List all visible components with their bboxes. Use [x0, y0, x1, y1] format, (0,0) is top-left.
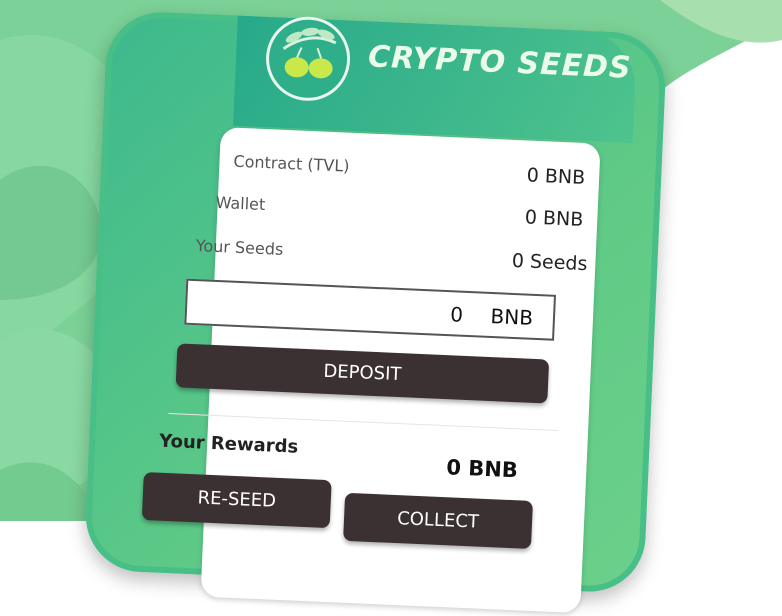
stat-label: Wallet	[215, 192, 266, 215]
amount-value: 0	[449, 302, 464, 327]
stat-value: 0 Seeds	[511, 249, 588, 276]
deposit-button[interactable]: DEPOSIT	[175, 343, 550, 404]
staking-card: Contract (TVL) 0 BNB Wallet 0 BNB Your S…	[141, 127, 601, 614]
stat-value: 0 BNB	[524, 206, 584, 231]
stat-row-wallet: Wallet 0 BNB	[215, 192, 584, 233]
phone-mockup: CRYPTO SEEDS Contract (TVL) 0 BNB Wallet…	[83, 10, 668, 614]
stat-label: Your Seeds	[195, 236, 284, 259]
amount-unit: BNB	[490, 303, 534, 330]
divider	[168, 413, 559, 432]
stat-value: 0 BNB	[526, 164, 586, 189]
rewards-value: 0 BNB	[445, 455, 519, 483]
stat-label: Contract (TVL)	[233, 151, 350, 176]
deposit-amount-input[interactable]: 0 BNB	[184, 278, 557, 341]
stat-row-seeds: Your Seeds 0 Seeds	[195, 236, 588, 277]
reseed-button[interactable]: RE-SEED	[141, 472, 332, 529]
stat-row-tvl: Contract (TVL) 0 BNB	[233, 151, 586, 191]
